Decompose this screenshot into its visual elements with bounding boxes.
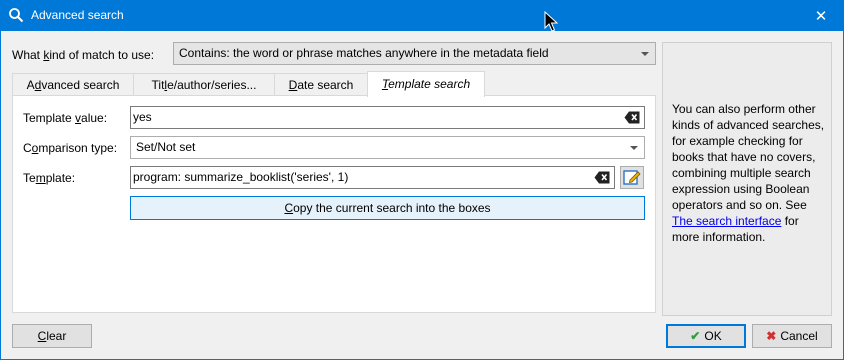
comparison-type-value: Set/Not set — [136, 140, 196, 154]
clear-field-icon[interactable] — [594, 171, 610, 184]
help-text: You can also perform other kinds of adva… — [672, 102, 825, 212]
copy-search-button[interactable]: Copy the current search into the boxes — [130, 196, 645, 220]
cross-icon: ✖ — [766, 329, 777, 343]
template-value-field[interactable]: yes — [130, 106, 645, 129]
template-text: program: summarize_booklist('series', 1) — [133, 170, 349, 184]
match-kind-value: Contains: the word or phrase matches any… — [179, 46, 549, 60]
mouse-cursor-icon — [544, 11, 558, 32]
chevron-down-icon — [630, 146, 638, 150]
tab-advanced-search[interactable]: Advanced search — [12, 73, 134, 96]
clear-button[interactable]: Clear — [12, 324, 92, 348]
template-field[interactable]: program: summarize_booklist('series', 1) — [130, 166, 615, 189]
tab-date-search[interactable]: Date search — [274, 73, 368, 96]
close-icon: ✕ — [814, 7, 828, 25]
match-kind-select[interactable]: Contains: the word or phrase matches any… — [173, 42, 656, 65]
cancel-button[interactable]: ✖ Cancel — [752, 324, 832, 348]
search-icon — [9, 8, 24, 23]
help-panel: You can also perform other kinds of adva… — [662, 42, 832, 316]
title-bar[interactable]: Advanced search ✕ — [0, 0, 844, 31]
comparison-type-label: Comparison type: — [23, 141, 118, 155]
template-label: Template: — [23, 171, 76, 185]
tab-template-search[interactable]: Template search — [367, 71, 485, 97]
chevron-down-icon — [641, 52, 649, 56]
clear-field-icon[interactable] — [624, 111, 640, 124]
comparison-type-select[interactable]: Set/Not set — [130, 136, 645, 159]
close-button[interactable]: ✕ — [798, 0, 844, 31]
check-icon: ✔ — [690, 329, 701, 343]
tab-title-author-series[interactable]: Title/author/series... — [133, 73, 275, 96]
window-title: Advanced search — [31, 8, 124, 22]
match-kind-label: What kind of match to use: — [12, 48, 155, 62]
edit-icon — [623, 170, 641, 185]
template-value-text: yes — [133, 110, 152, 124]
edit-template-button[interactable] — [620, 166, 644, 189]
template-value-label: Template value: — [23, 111, 108, 125]
window-border-left — [0, 31, 1, 360]
search-interface-link[interactable]: The search interface — [672, 214, 781, 228]
ok-button[interactable]: ✔ OK — [666, 324, 746, 348]
